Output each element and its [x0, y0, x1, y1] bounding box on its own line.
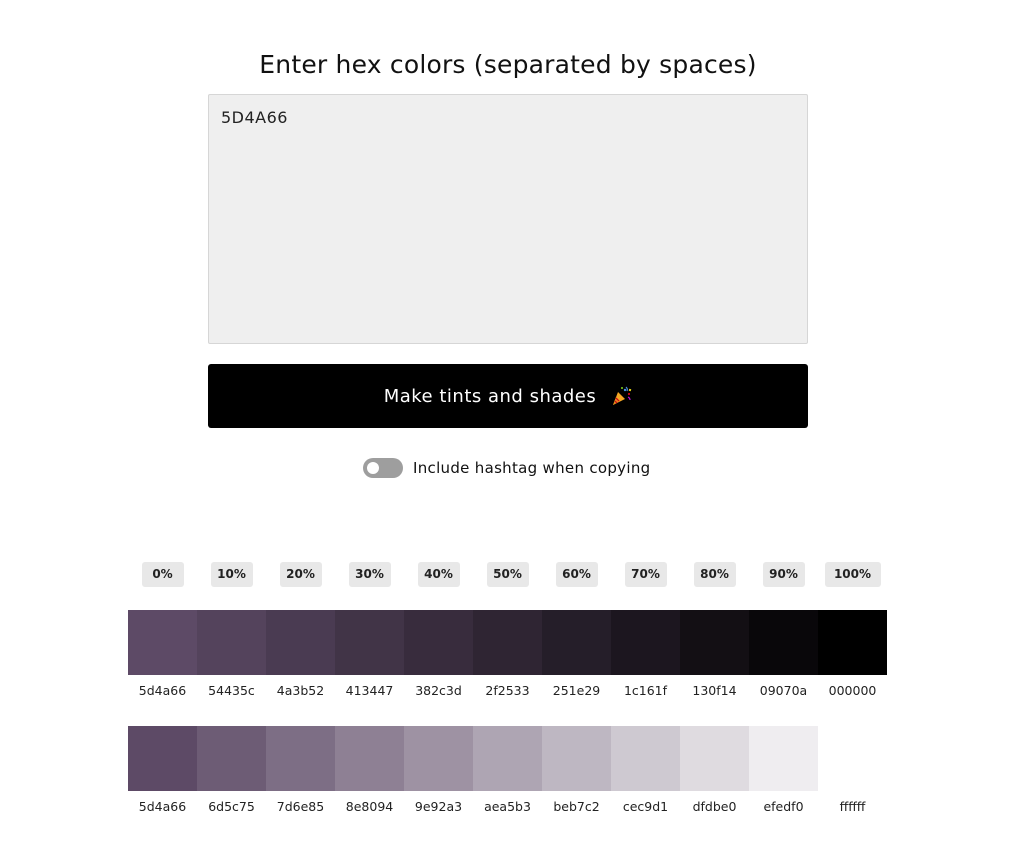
tint-hex-label[interactable]: cec9d1 — [611, 799, 680, 814]
shade-hex-label[interactable]: 413447 — [335, 683, 404, 698]
tint-hex-label[interactable]: 9e92a3 — [404, 799, 473, 814]
tint-swatch[interactable] — [680, 726, 749, 791]
hex-colors-input[interactable] — [208, 94, 808, 344]
shade-hex-label[interactable]: 4a3b52 — [266, 683, 335, 698]
shade-swatch[interactable] — [473, 610, 542, 675]
shade-hex-label[interactable]: 382c3d — [404, 683, 473, 698]
tints-swatch-row — [128, 726, 888, 791]
percentage-badge[interactable]: 0% — [141, 562, 184, 587]
tint-swatch[interactable] — [335, 726, 404, 791]
tint-hex-label[interactable]: ffffff — [818, 799, 887, 814]
tint-swatch[interactable] — [266, 726, 335, 791]
hashtag-toggle-label: Include hashtag when copying — [413, 459, 651, 477]
tint-swatch[interactable] — [128, 726, 197, 791]
percentage-badge[interactable]: 30% — [348, 562, 391, 587]
tint-hex-label[interactable]: efedf0 — [749, 799, 818, 814]
shade-hex-label[interactable]: 54435c — [197, 683, 266, 698]
percentage-badge[interactable]: 50% — [486, 562, 529, 587]
shade-hex-label[interactable]: 5d4a66 — [128, 683, 197, 698]
percentage-badge[interactable]: 10% — [210, 562, 253, 587]
shade-swatch[interactable] — [749, 610, 818, 675]
tint-hex-label[interactable]: dfdbe0 — [680, 799, 749, 814]
shade-hex-label[interactable]: 130f14 — [680, 683, 749, 698]
shade-swatch[interactable] — [404, 610, 473, 675]
shade-swatch[interactable] — [197, 610, 266, 675]
tint-hex-label[interactable]: 7d6e85 — [266, 799, 335, 814]
tint-hex-label[interactable]: 6d5c75 — [197, 799, 266, 814]
tint-swatch[interactable] — [197, 726, 266, 791]
tint-swatch[interactable] — [542, 726, 611, 791]
shade-swatch[interactable] — [611, 610, 680, 675]
make-tints-shades-button[interactable]: Make tints and shades — [208, 364, 808, 428]
tint-hex-label[interactable]: 5d4a66 — [128, 799, 197, 814]
shade-swatch[interactable] — [680, 610, 749, 675]
percentage-badge[interactable]: 60% — [555, 562, 598, 587]
percentage-badge[interactable]: 70% — [624, 562, 667, 587]
shade-swatch[interactable] — [542, 610, 611, 675]
shade-hex-label[interactable]: 2f2533 — [473, 683, 542, 698]
tint-swatch[interactable] — [749, 726, 818, 791]
shade-hex-label[interactable]: 09070a — [749, 683, 818, 698]
shades-swatch-row — [128, 610, 888, 675]
shade-swatch[interactable] — [128, 610, 197, 675]
hashtag-toggle[interactable] — [363, 458, 403, 478]
tint-swatch[interactable] — [818, 726, 887, 791]
party-popper-icon — [610, 385, 632, 407]
shade-swatch[interactable] — [266, 610, 335, 675]
percentage-badge[interactable]: 20% — [279, 562, 322, 587]
tint-swatch[interactable] — [404, 726, 473, 791]
percentage-badge[interactable]: 80% — [693, 562, 736, 587]
page-title: Enter hex colors (separated by spaces) — [259, 50, 757, 79]
shade-hex-label[interactable]: 251e29 — [542, 683, 611, 698]
tint-swatch[interactable] — [611, 726, 680, 791]
percentage-badge[interactable]: 100% — [824, 562, 881, 587]
shade-hex-label[interactable]: 1c161f — [611, 683, 680, 698]
shade-swatch[interactable] — [818, 610, 887, 675]
tints-label-row: 5d4a66 6d5c75 7d6e85 8e8094 9e92a3 aea5b3 beb7… — [128, 799, 888, 817]
tint-hex-label[interactable]: beb7c2 — [542, 799, 611, 814]
hashtag-toggle-row: Include hashtag when copying — [363, 457, 650, 479]
tint-hex-label[interactable]: aea5b3 — [473, 799, 542, 814]
tint-swatch[interactable] — [473, 726, 542, 791]
shade-hex-label[interactable]: 000000 — [818, 683, 887, 698]
tint-hex-label[interactable]: 8e8094 — [335, 799, 404, 814]
percentage-badge[interactable]: 90% — [762, 562, 805, 587]
percentage-badge[interactable]: 40% — [417, 562, 460, 587]
shade-swatch[interactable] — [335, 610, 404, 675]
percentage-row: 0% 10% 20% 30% 40% 50% 60% 70% 80% 90% 100% — [128, 562, 888, 587]
shades-label-row: 5d4a66 54435c 4a3b52 413447 382c3d 2f2533 251e… — [128, 683, 888, 701]
make-button-label: Make tints and shades — [383, 385, 597, 407]
toggle-knob — [367, 462, 379, 474]
